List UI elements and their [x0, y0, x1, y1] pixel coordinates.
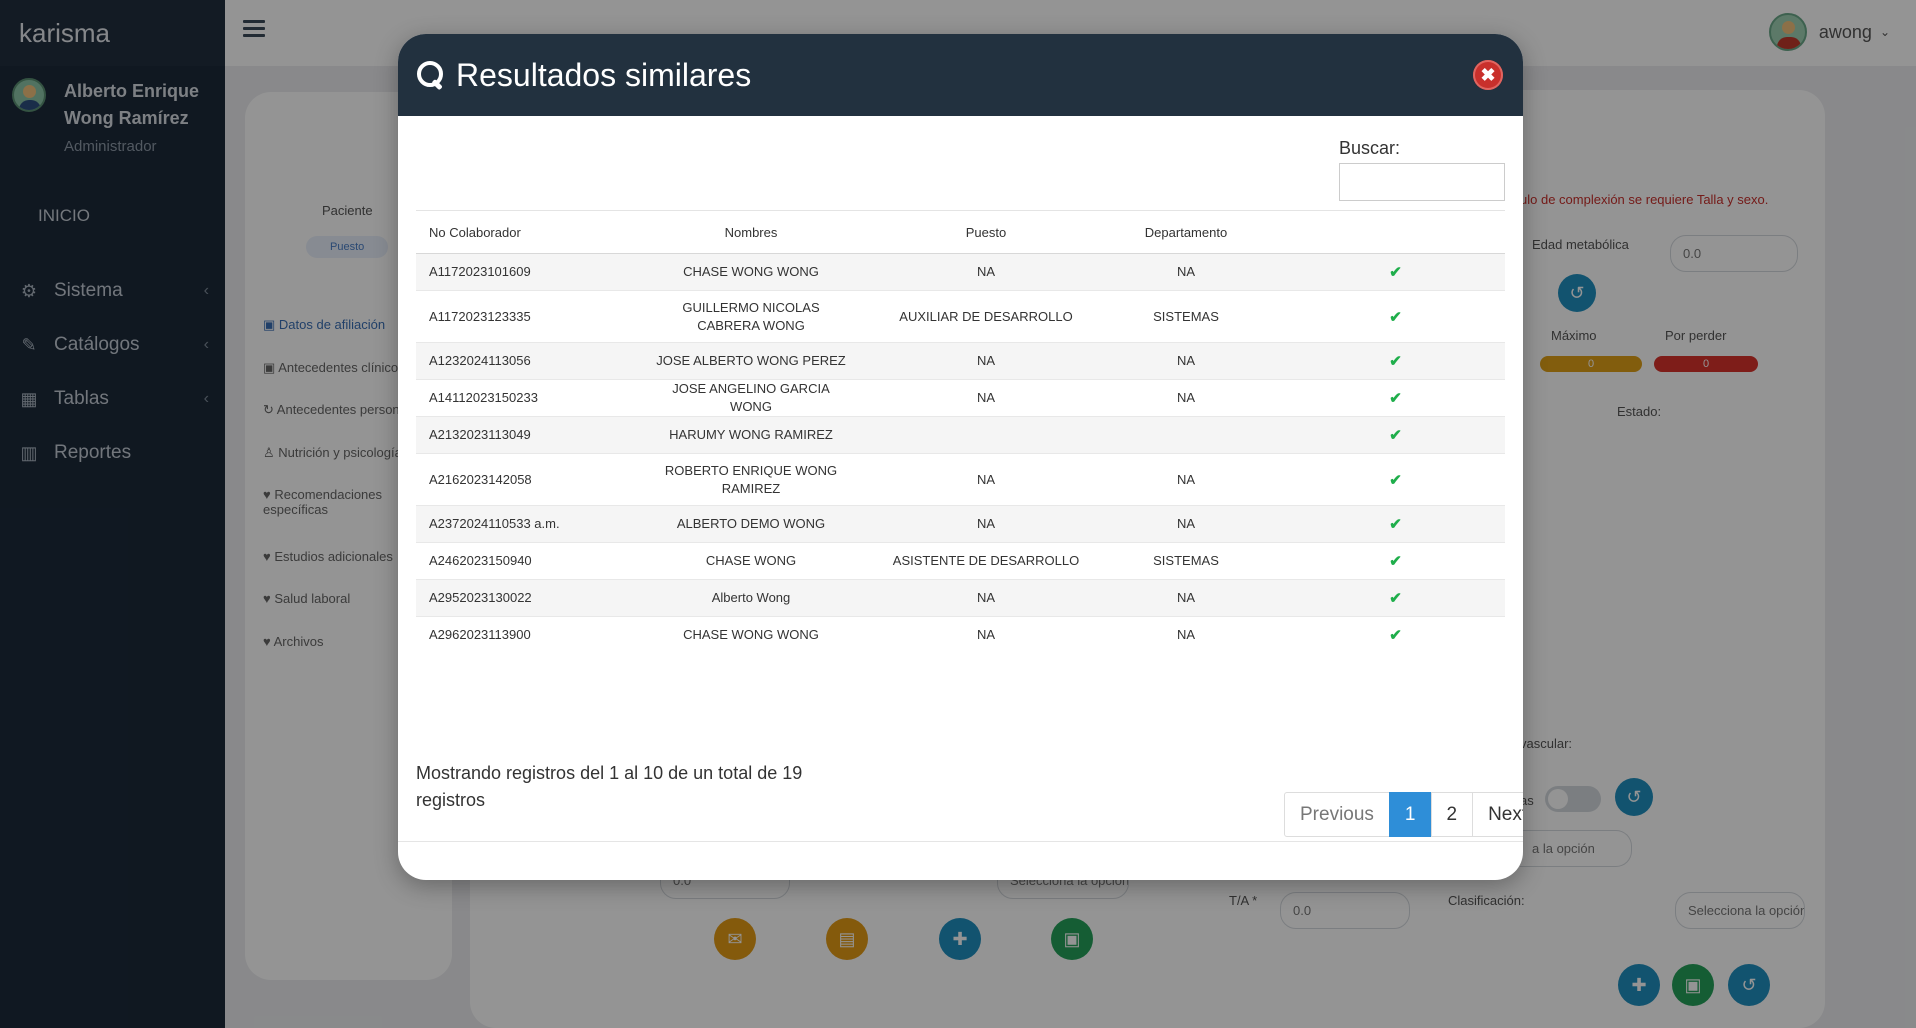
check-icon[interactable]: ✔	[1389, 264, 1402, 281]
modal-title: Resultados similares	[456, 56, 752, 93]
puesto-cell: NA	[886, 379, 1086, 417]
check-icon[interactable]: ✔	[1389, 516, 1402, 533]
search-input[interactable]	[1339, 163, 1505, 201]
check-icon[interactable]: ✔	[1389, 427, 1402, 444]
table-row[interactable]: A2132023113049 HARUMY WONG RAMIREZ ✔	[416, 416, 1505, 454]
modal-footer-divider	[398, 841, 1523, 842]
colaborador-cell: A1172023123335	[416, 290, 616, 343]
select-cell[interactable]: ✔	[1286, 253, 1505, 291]
page-button-2[interactable]: 2	[1430, 792, 1474, 837]
check-icon[interactable]: ✔	[1389, 627, 1402, 644]
puesto-cell: NA	[886, 453, 1086, 506]
colaborador-cell: A2132023113049	[416, 416, 616, 454]
table-row[interactable]: A2462023150940 CHASE WONG ASISTENTE DE DES…	[416, 542, 1505, 580]
departamento-cell: NA	[1086, 616, 1286, 654]
table-row[interactable]: A1172023101609 CHASE WONG WONG NA NA ✔	[416, 253, 1505, 291]
table-row[interactable]: A2962023113900 CHASE WONG WONG NA NA ✔	[416, 616, 1505, 654]
nombres-cell: ALBERTO DEMO WONG	[616, 505, 886, 543]
search-icon	[416, 60, 446, 90]
nombres-cell: JOSE ANGELINO GARCIA WONG	[616, 379, 886, 417]
departamento-cell: NA	[1086, 379, 1286, 417]
column-header[interactable]: No Colaborador	[416, 210, 616, 254]
colaborador-cell: A2952023130022	[416, 579, 616, 617]
next-page-button[interactable]: Next	[1472, 792, 1523, 837]
departamento-cell: NA	[1086, 253, 1286, 291]
nombres-cell: CHASE WONG	[616, 542, 886, 580]
colaborador-cell: A1232024113056	[416, 342, 616, 380]
select-cell[interactable]: ✔	[1286, 505, 1505, 543]
select-cell[interactable]: ✔	[1286, 453, 1505, 506]
select-cell[interactable]: ✔	[1286, 616, 1505, 654]
close-button[interactable]: ✖	[1473, 60, 1503, 90]
page-button-1[interactable]: 1	[1388, 792, 1432, 837]
nombres-cell: GUILLERMO NICOLAS CABRERA WONG	[616, 290, 886, 343]
colaborador-cell: A1172023101609	[416, 253, 616, 291]
departamento-cell	[1086, 416, 1286, 454]
select-cell[interactable]: ✔	[1286, 416, 1505, 454]
nombres-cell: ROBERTO ENRIQUE WONG RAMIREZ	[616, 453, 886, 506]
departamento-cell: NA	[1086, 505, 1286, 543]
puesto-cell: NA	[886, 616, 1086, 654]
colaborador-cell: A2162023142058	[416, 453, 616, 506]
pagination: Previous 1 2 Next	[1284, 792, 1523, 837]
select-cell[interactable]: ✔	[1286, 290, 1505, 343]
nombres-cell: HARUMY WONG RAMIREZ	[616, 416, 886, 454]
departamento-cell: SISTEMAS	[1086, 290, 1286, 343]
check-icon[interactable]: ✔	[1389, 472, 1402, 489]
select-cell[interactable]: ✔	[1286, 579, 1505, 617]
check-icon[interactable]: ✔	[1389, 390, 1402, 407]
previous-page-button[interactable]: Previous	[1284, 792, 1390, 837]
puesto-cell: NA	[886, 505, 1086, 543]
check-icon[interactable]: ✔	[1389, 590, 1402, 607]
select-cell[interactable]: ✔	[1286, 342, 1505, 380]
table-row[interactable]: A14112023150233 JOSE ANGELINO GARCIA WONG…	[416, 379, 1505, 417]
table-row[interactable]: A2952023130022 Alberto Wong NA NA ✔	[416, 579, 1505, 617]
search-label: Buscar:	[1339, 138, 1401, 158]
departamento-cell: NA	[1086, 342, 1286, 380]
colaborador-cell: A2462023150940	[416, 542, 616, 580]
puesto-cell: NA	[886, 342, 1086, 380]
table-row[interactable]: A1232024113056 JOSE ALBERTO WONG PEREZ NA N…	[416, 342, 1505, 380]
table-row[interactable]: A2162023142058 ROBERTO ENRIQUE WONG RAMIR…	[416, 453, 1505, 506]
check-icon[interactable]: ✔	[1389, 353, 1402, 370]
table-row[interactable]: A2372024110533 a.m. ALBERTO DEMO WONG NA NA…	[416, 505, 1505, 543]
check-icon[interactable]: ✔	[1389, 309, 1402, 326]
select-cell[interactable]: ✔	[1286, 542, 1505, 580]
nombres-cell: CHASE WONG WONG	[616, 253, 886, 291]
nombres-cell: Alberto Wong	[616, 579, 886, 617]
search-area: Buscar:	[1339, 138, 1505, 201]
column-header[interactable]: Nombres	[616, 210, 886, 254]
puesto-cell	[886, 416, 1086, 454]
nombres-cell: JOSE ALBERTO WONG PEREZ	[616, 342, 886, 380]
check-icon[interactable]: ✔	[1389, 553, 1402, 570]
select-cell[interactable]: ✔	[1286, 379, 1505, 417]
colaborador-cell: A14112023150233	[416, 379, 616, 417]
results-table: No Colaborador Nombres Puesto Departamen…	[416, 210, 1505, 654]
nombres-cell: CHASE WONG WONG	[616, 616, 886, 654]
column-header[interactable]: Departamento	[1086, 210, 1286, 254]
puesto-cell: ASISTENTE DE DESARROLLO	[886, 542, 1086, 580]
colaborador-cell: A2962023113900	[416, 616, 616, 654]
modal-header: Resultados similares ✖	[398, 34, 1523, 116]
puesto-cell: NA	[886, 579, 1086, 617]
table-row[interactable]: A1172023123335 GUILLERMO NICOLAS CABRERA …	[416, 290, 1505, 343]
table-info: Mostrando registros del 1 al 10 de un to…	[416, 763, 803, 810]
colaborador-cell: A2372024110533 a.m.	[416, 505, 616, 543]
departamento-cell: NA	[1086, 453, 1286, 506]
similar-results-modal: Resultados similares ✖ Buscar: No Colabo…	[398, 34, 1523, 880]
column-header-select	[1286, 210, 1505, 254]
column-header[interactable]: Puesto	[886, 210, 1086, 254]
departamento-cell: NA	[1086, 579, 1286, 617]
puesto-cell: NA	[886, 253, 1086, 291]
table-header-row: No Colaborador Nombres Puesto Departamen…	[416, 210, 1505, 254]
puesto-cell: AUXILIAR DE DESARROLLO	[886, 290, 1086, 343]
departamento-cell: SISTEMAS	[1086, 542, 1286, 580]
